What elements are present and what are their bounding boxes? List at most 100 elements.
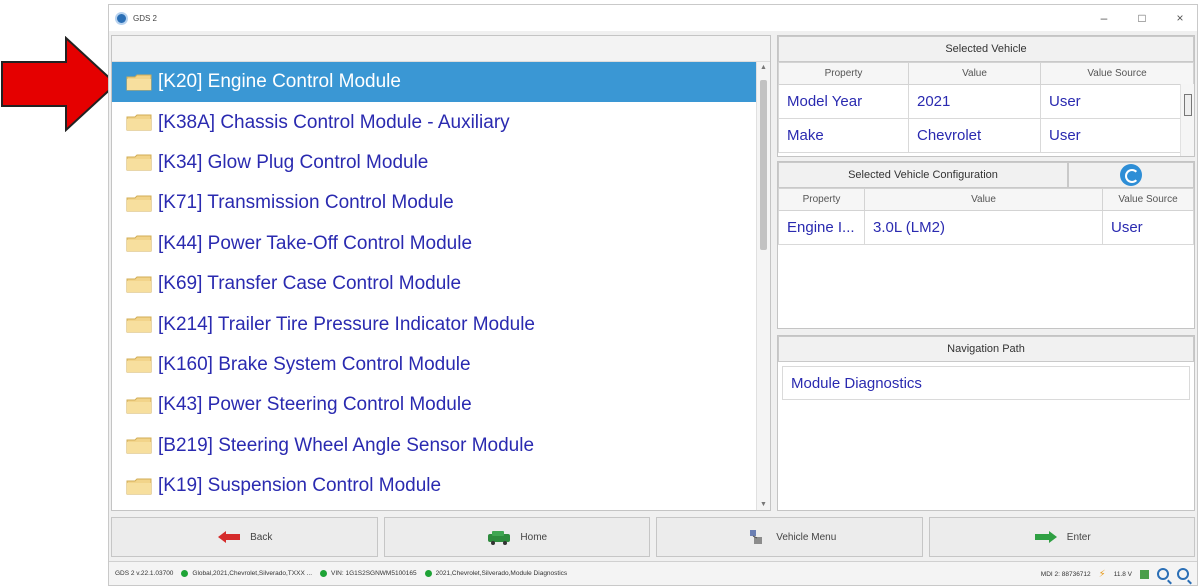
- enter-button[interactable]: Enter: [928, 517, 1195, 557]
- selected-vehicle-panel: Selected Vehicle Property Value Value So…: [777, 35, 1195, 157]
- connection-chip-icon: [1140, 569, 1149, 579]
- scroll-thumb[interactable]: [1184, 94, 1192, 116]
- status-path: 2021,Chevrolet,Silverado,Module Diagnost…: [424, 570, 568, 577]
- status-right-group: MDI 2: 88736712 ⚡ 11.8 V: [1041, 562, 1189, 586]
- module-label: [K38A] Chassis Control Module - Auxiliar…: [158, 111, 510, 133]
- module-label: [K214] Trailer Tire Pressure Indicator M…: [158, 313, 536, 335]
- module-label: [K44] Power Take-Off Control Module: [158, 232, 473, 254]
- vehicle-configuration-panel: Selected Vehicle Configuration Property …: [777, 161, 1195, 329]
- status-vin-text: VIN: 1G1S2SGNWM5100165: [331, 570, 417, 577]
- module-item-k43[interactable]: [K43] Power Steering Control Module: [112, 385, 770, 425]
- navigation-path-title: Navigation Path: [778, 336, 1194, 362]
- vehicle-table-scrollbar[interactable]: [1180, 84, 1194, 156]
- folder-icon: [126, 154, 152, 171]
- maximize-button[interactable]: □: [1135, 12, 1149, 24]
- folder-icon: [126, 437, 152, 454]
- module-list-scrollbar[interactable]: ▲ ▼: [756, 62, 770, 510]
- folder-icon: [126, 397, 152, 414]
- column-header-property[interactable]: Property: [778, 188, 865, 211]
- zoom-in-icon[interactable]: [1157, 568, 1169, 580]
- window-controls: – □ ×: [1097, 5, 1187, 31]
- home-button-label: Home: [520, 531, 548, 543]
- cell-value-source: User: [1040, 118, 1194, 153]
- window-title: GDS 2: [133, 13, 158, 23]
- module-list-header: [112, 36, 770, 62]
- enter-arrow-icon: [1034, 531, 1057, 543]
- cell-value: 3.0L (LM2): [864, 210, 1103, 245]
- module-item-k38a[interactable]: [K38A] Chassis Control Module - Auxiliar…: [112, 102, 770, 142]
- module-label: [B219] Steering Wheel Angle Sensor Modul…: [158, 434, 535, 456]
- status-global: Global,2021,Chevrolet,Silverado,TXXX ...: [181, 570, 312, 577]
- cell-value: Chevrolet: [908, 118, 1041, 153]
- cell-property: Model Year: [778, 84, 909, 119]
- module-item-k214[interactable]: [K214] Trailer Tire Pressure Indicator M…: [112, 304, 770, 344]
- vehicle-menu-button[interactable]: Vehicle Menu: [656, 517, 923, 557]
- module-list: [K20] Engine Control Module [K38A] Chass…: [112, 62, 770, 506]
- module-item-k20[interactable]: [K20] Engine Control Module: [112, 62, 770, 103]
- home-button[interactable]: Home: [383, 517, 650, 557]
- back-button[interactable]: Back: [111, 517, 378, 557]
- column-header-value-source[interactable]: Value Source: [1102, 188, 1194, 211]
- folder-icon: [126, 276, 152, 293]
- folder-icon: [126, 74, 152, 91]
- vehicle-menu-icon: [750, 530, 763, 544]
- module-label: [K69] Transfer Case Control Module: [158, 273, 462, 295]
- navigation-path-link[interactable]: Module Diagnostics: [782, 366, 1190, 400]
- module-label: [K34] Glow Plug Control Module: [158, 151, 429, 173]
- minimize-button[interactable]: –: [1097, 12, 1111, 24]
- right-panels: Selected Vehicle Property Value Value So…: [777, 35, 1195, 511]
- module-item-b219[interactable]: [B219] Steering Wheel Angle Sensor Modul…: [112, 426, 770, 466]
- selected-vehicle-table: Property Value Value Source Model Year 2…: [778, 62, 1194, 153]
- table-row[interactable]: Model Year 2021 User: [778, 84, 1194, 119]
- status-global-text: Global,2021,Chevrolet,Silverado,TXXX ...: [192, 570, 313, 577]
- zoom-out-icon[interactable]: [1177, 568, 1189, 580]
- column-header-value-source[interactable]: Value Source: [1040, 62, 1194, 85]
- refresh-icon: [1120, 164, 1142, 186]
- module-label: [K19] Suspension Control Module: [158, 475, 442, 497]
- battery-bolt-icon: ⚡: [1098, 568, 1106, 580]
- scroll-up-arrow-icon[interactable]: ▲: [760, 64, 767, 71]
- selected-vehicle-title: Selected Vehicle: [778, 36, 1194, 62]
- cell-property: Engine I...: [778, 210, 865, 245]
- enter-button-label: Enter: [1066, 531, 1091, 543]
- column-header-property[interactable]: Property: [778, 62, 909, 85]
- home-vehicle-icon: [488, 531, 511, 545]
- refresh-button[interactable]: [1068, 162, 1194, 188]
- column-header-value[interactable]: Value: [908, 62, 1041, 85]
- scroll-thumb[interactable]: [760, 80, 767, 250]
- table-row[interactable]: Engine I... 3.0L (LM2) User: [778, 210, 1194, 245]
- config-table: Property Value Value Source Engine I... …: [778, 188, 1194, 245]
- folder-icon: [126, 478, 152, 495]
- navigation-button-bar: Back Home Vehicle Menu Enter: [111, 517, 1195, 557]
- column-header-value[interactable]: Value: [864, 188, 1103, 211]
- module-item-k34[interactable]: [K34] Glow Plug Control Module: [112, 143, 770, 183]
- module-list-panel: [K20] Engine Control Module [K38A] Chass…: [111, 35, 771, 511]
- folder-icon: [126, 235, 152, 252]
- status-mdi: MDI 2: 88736712: [1040, 570, 1091, 578]
- module-item-k19[interactable]: [K19] Suspension Control Module: [112, 466, 770, 506]
- config-title: Selected Vehicle Configuration: [778, 162, 1068, 188]
- module-label: [K20] Engine Control Module: [158, 71, 401, 93]
- gds2-window: GDS 2 – □ × [K20] Engine Control Module …: [108, 4, 1198, 586]
- folder-icon: [126, 195, 152, 212]
- scroll-down-arrow-icon[interactable]: ▼: [760, 501, 767, 508]
- module-item-k160[interactable]: [K160] Brake System Control Module: [112, 345, 770, 385]
- module-label: [K43] Power Steering Control Module: [158, 394, 472, 416]
- red-arrow-annotation: [1, 36, 118, 132]
- close-button[interactable]: ×: [1173, 12, 1187, 24]
- back-arrow-icon: [218, 531, 241, 543]
- status-path-text: 2021,Chevrolet,Silverado,Module Diagnost…: [435, 570, 568, 577]
- cell-property: Make: [778, 118, 909, 153]
- folder-icon: [126, 356, 152, 373]
- table-row[interactable]: Make Chevrolet User: [778, 118, 1194, 153]
- status-ok-icon: [320, 570, 328, 577]
- module-item-k44[interactable]: [K44] Power Take-Off Control Module: [112, 224, 770, 264]
- folder-icon: [126, 316, 152, 333]
- navigation-path-panel: Navigation Path Module Diagnostics: [777, 335, 1195, 511]
- vehicle-menu-button-label: Vehicle Menu: [776, 531, 837, 543]
- cell-value-source: User: [1102, 210, 1194, 245]
- module-item-k69[interactable]: [K69] Transfer Case Control Module: [112, 264, 770, 304]
- folder-icon: [126, 114, 152, 131]
- module-item-k71[interactable]: [K71] Transmission Control Module: [112, 183, 770, 223]
- status-bar: GDS 2 v.22.1.03700 Global,2021,Chevrolet…: [109, 561, 1197, 585]
